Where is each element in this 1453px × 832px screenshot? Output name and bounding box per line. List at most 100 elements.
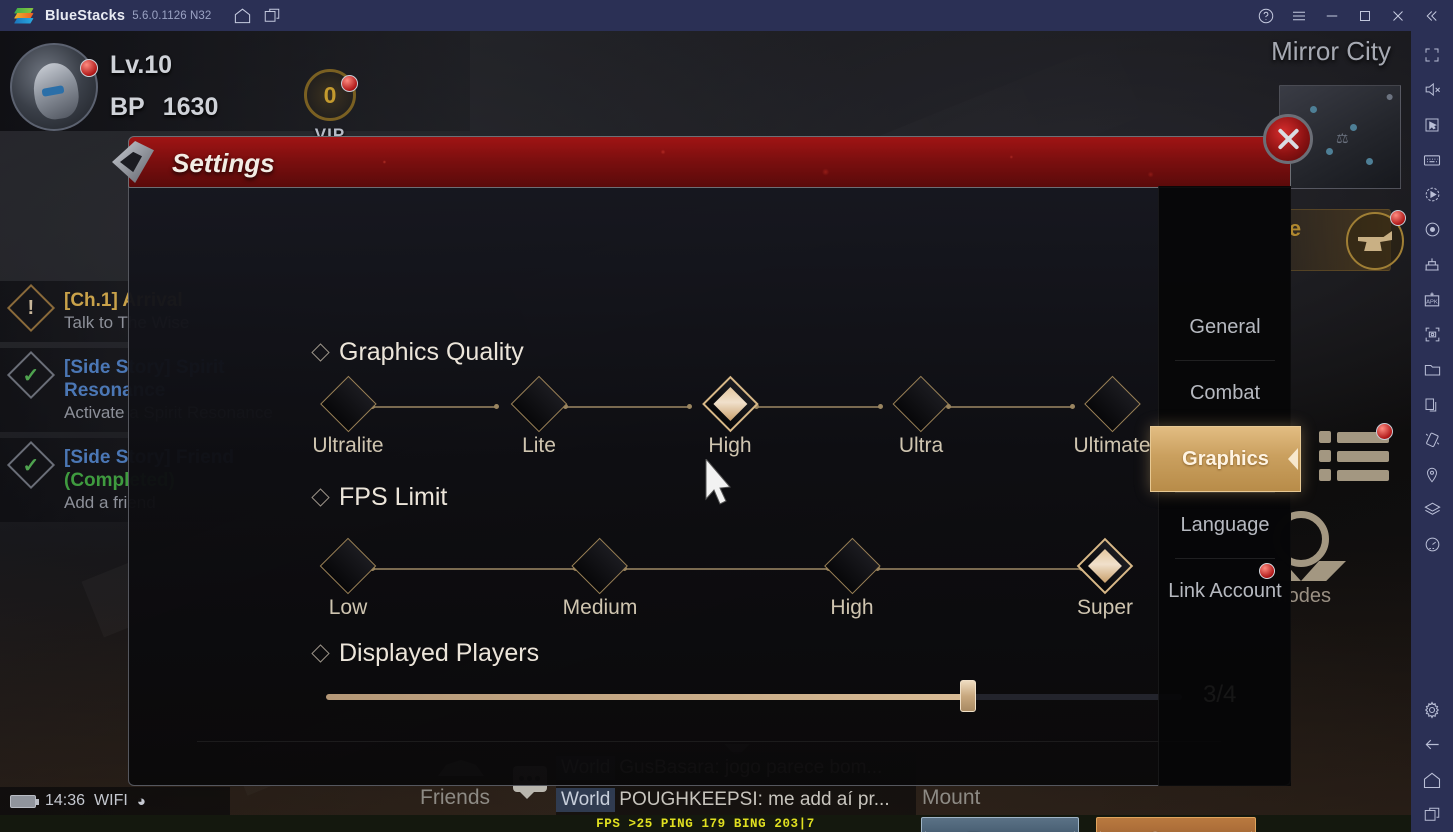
cursor-icon[interactable] [1414,107,1450,142]
quest-check-icon: ✓ [6,350,56,400]
section-title: FPS Limit [339,483,448,511]
avatar[interactable] [10,43,98,131]
tab-graphics[interactable]: Graphics [1150,426,1301,492]
tab-general[interactable]: General [1159,294,1291,360]
section-title: Displayed Players [339,639,540,667]
option-label: Ultra [898,434,944,457]
wifi-icon: ◕ [136,792,146,810]
meter-icon[interactable] [1414,527,1450,562]
shake-icon[interactable] [1414,422,1450,457]
displayed-players-slider[interactable] [326,680,1182,712]
settings-tab-list: General Combat Graphics Language Link Ac… [1150,186,1301,786]
tab-label: Combat [1189,381,1261,404]
option-medium[interactable]: Medium [563,537,637,620]
menu-notification-dot [1376,423,1393,440]
option-diamond-icon [319,375,377,433]
home-icon[interactable] [227,0,257,31]
option-diamond-icon-selected [1076,537,1134,595]
section-header-displayed-players: Displayed Players [311,639,540,668]
player-bp: BP 1630 [110,93,218,122]
tab-combat[interactable]: Combat [1159,360,1291,426]
close-icon[interactable] [1381,0,1414,31]
vip-widget[interactable]: 0 VIP [295,69,365,144]
dialog-header [128,136,1291,188]
slider-fill [326,694,968,700]
player-level: Lv.10 [110,51,173,79]
copy-icon[interactable] [1414,387,1450,422]
reset-label: Reset [966,826,1034,832]
location-icon[interactable] [1414,457,1450,492]
diamond-bullet-icon [311,343,330,362]
option-high[interactable]: High [823,537,881,620]
option-ultra[interactable]: Ultra [892,375,950,458]
app-name: BlueStacks [45,7,126,24]
maximize-icon[interactable] [1348,0,1381,31]
diamond-bullet-icon [311,488,330,507]
quest-check-icon: ✓ [6,440,56,490]
option-diamond-icon [319,537,377,595]
option-label: High [830,596,874,619]
option-diamond-icon-selected [701,375,759,433]
option-ultralite[interactable]: Ultralite [312,375,384,458]
bp-value: 1630 [162,93,219,121]
mute-icon[interactable] [1414,72,1450,107]
friends-label[interactable]: Friends [420,786,490,810]
keyboard-icon[interactable] [1414,142,1450,177]
settings-dialog: Settings Graphics Quality Ultralite Lite… [112,114,1313,832]
close-button[interactable] [1263,114,1313,164]
vip-notification-dot [341,75,358,92]
install-apk-icon[interactable]: APK [1414,282,1450,317]
option-super[interactable]: Super [1076,537,1134,620]
option-label: Ultralite [312,434,384,457]
macro-play-icon[interactable] [1414,177,1450,212]
option-label: High [708,434,752,457]
section-title: Graphics Quality [339,338,524,366]
collapse-icon[interactable] [1414,0,1447,31]
tab-label: Language [1180,513,1270,536]
back-icon[interactable] [1414,727,1450,762]
forge-notification-dot [1390,210,1406,226]
avatar-notification-dot [80,59,98,77]
diamond-bullet-icon [311,644,330,663]
save-button[interactable]: Save [1096,817,1256,832]
list-bullet-icon [1319,431,1331,443]
screenshot-icon[interactable] [1414,317,1450,352]
scale-track [326,566,1106,571]
option-lite[interactable]: Lite [510,375,568,458]
option-low[interactable]: Low [319,537,377,620]
layers-icon[interactable] [1414,492,1450,527]
menu-icon[interactable] [1282,0,1315,31]
list-bullet-icon [1319,450,1331,462]
graphics-quality-scale[interactable]: Ultralite Lite High Ultra Ultimate [312,375,1151,464]
tab-language[interactable]: Language [1159,492,1291,558]
minimize-icon[interactable] [1315,0,1348,31]
option-diamond-icon [510,375,568,433]
menu-list-button[interactable] [1319,423,1393,488]
tab-link-account[interactable]: Link Account [1159,558,1291,624]
multi-instance-manager-icon[interactable] [1414,247,1450,282]
tab-label: Link Account [1168,579,1282,602]
option-label: Low [328,596,368,619]
fullscreen-icon[interactable] [1414,37,1450,72]
reset-button[interactable]: Reset [921,817,1079,832]
multi-instance-icon[interactable] [257,0,287,31]
fps-limit-scale[interactable]: Low Medium High Super [319,537,1134,626]
slider-thumb[interactable] [960,680,976,712]
option-diamond-icon [823,537,881,595]
tab-label: General [1189,315,1261,338]
mount-label[interactable]: Mount [922,786,980,810]
recents-icon[interactable] [1414,797,1450,832]
list-bullet-icon [1319,469,1331,481]
gear-icon[interactable] [1414,692,1450,727]
option-label: Super [1076,596,1134,619]
option-ultimate[interactable]: Ultimate [1073,375,1151,458]
chat-message-row[interactable]: World POUGHKEEPSI: me add aí pr... [556,784,916,816]
folder-icon[interactable] [1414,352,1450,387]
help-icon[interactable] [1249,0,1282,31]
game-viewport: Lv.10 BP 1630 0 VIP ! [Ch.1] Arrival Talk… [0,31,1411,832]
option-high[interactable]: High [701,375,759,458]
home-icon[interactable] [1414,762,1450,797]
fps-overlay-text: FPS >25 PING 179 BING 203|7 [596,816,815,831]
option-label: Ultimate [1073,434,1151,457]
record-icon[interactable] [1414,212,1450,247]
